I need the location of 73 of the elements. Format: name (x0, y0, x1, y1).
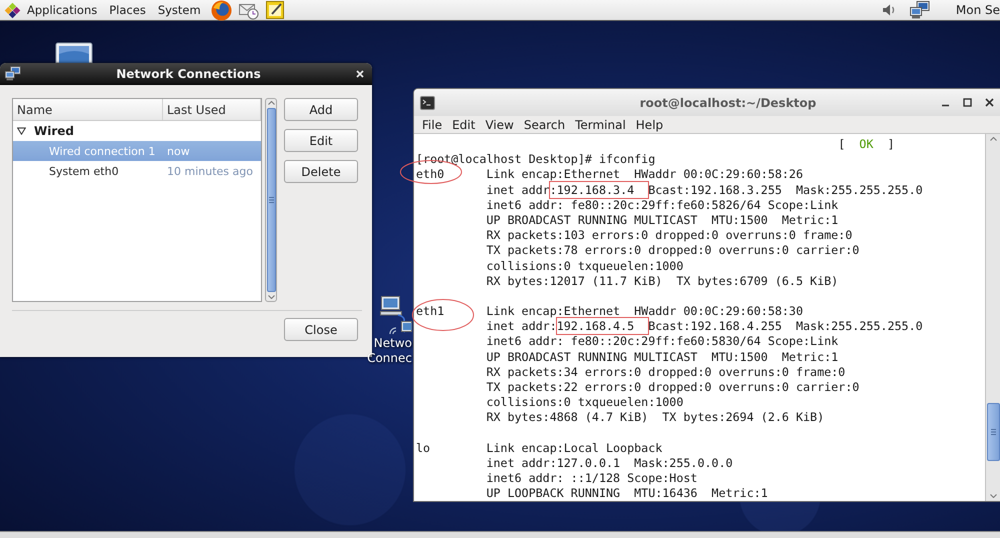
command-line: [root@localhost Desktop]# ifconfig (416, 152, 656, 166)
menu-item[interactable]: Help (636, 118, 664, 132)
scrollbar-thumb[interactable] (266, 108, 276, 292)
window-title: root@localhost:~/Desktop (638, 96, 818, 110)
scroll-up-icon[interactable] (268, 101, 274, 105)
scrollbar[interactable] (265, 98, 277, 302)
scrollbar-thumb[interactable] (986, 403, 1000, 461)
output-line: TX packets:78 errors:0 dropped:0 overruns:0 carrier:0 (486, 243, 860, 258)
icon-label: Connec (367, 351, 412, 366)
panel-menu[interactable]: Places (109, 3, 146, 17)
window-title: Network Connections (115, 66, 262, 80)
action-button[interactable]: Edit (284, 129, 358, 152)
last-used-time: now (166, 144, 191, 158)
scrollbar[interactable] (985, 134, 1000, 501)
output-line: inet6 addr: fe80::20c:29ff:fe60:5826/64 Scope:Link (486, 198, 838, 212)
maximize-icon[interactable] (963, 98, 972, 107)
output-line: RX packets:103 errors:0 dropped:0 overruns:0 frame:0 (486, 228, 852, 242)
menu-item[interactable]: View (485, 118, 514, 132)
output-line: inet6 addr: fe80::20c:29ff:fe60:5830/64 Scope:Link (486, 334, 838, 348)
group-label: Wired (34, 124, 74, 138)
close-button[interactable]: Close (284, 318, 358, 341)
output-line: Link encap:Ethernet HWaddr 00:0C:29:60:58:30 (486, 304, 804, 318)
network-computers-icon[interactable] (380, 296, 412, 336)
output-line: UP BROADCAST RUNNING MULTICAST MTU:1500 Metric:1 (486, 212, 838, 227)
last-used-time: 10 minutes ago (166, 164, 254, 178)
output-line: inet addr:192.168.4.5 Bcast:192.168.4.255 Mask:255.255.255.0 (486, 318, 923, 334)
panel-menu[interactable]: Applications (27, 3, 98, 17)
scroll-down-icon[interactable] (268, 295, 274, 299)
output-line: collisions:0 txqueuelen:1000 (486, 258, 684, 272)
grip-icon (990, 429, 996, 435)
output-line: UP BROADCAST RUNNING MULTICAST MTU:1500 Metric:1 (486, 350, 838, 364)
grip-icon (268, 197, 274, 203)
column-header[interactable]: Name (13, 99, 163, 120)
computers-icon (5, 66, 21, 81)
action-button[interactable]: Add (284, 98, 358, 121)
clock[interactable]: Mon Se (956, 3, 1000, 17)
output-line: inet addr:192.168.3.4 Bcast:192.168.3.255 Mask:255.255.255.0 (486, 182, 923, 198)
output-line: Link encap:Ethernet HWaddr 00:0C:29:60:58:26 (486, 167, 804, 182)
action-button[interactable]: Delete (284, 160, 358, 183)
menu-item[interactable]: Search (524, 118, 566, 132)
connection-name: System eth0 (48, 164, 120, 178)
output-line: TX packets:22 errors:0 dropped:0 overruns:0 carrier:0 (486, 380, 860, 394)
globe-icon[interactable] (210, 0, 232, 20)
output-line: RX packets:34 errors:0 dropped:0 overruns:0 frame:0 (486, 364, 846, 379)
computers-icon[interactable] (910, 1, 930, 19)
column-header[interactable]: Last Used (163, 99, 261, 120)
interface-name: eth1 (416, 304, 444, 320)
output-line: RX bytes:12017 (11.7 KiB) TX bytes:6709 (6.5 KiB) (486, 274, 838, 288)
status-text: [ OK ] (838, 137, 894, 151)
terminal-icon (420, 96, 435, 110)
interface-name: lo (416, 440, 430, 456)
menu-item[interactable]: Terminal (575, 118, 626, 132)
icon-label: Netwo (374, 336, 412, 351)
expander-icon[interactable] (17, 127, 26, 135)
monitor-icon[interactable] (55, 42, 93, 63)
close-icon[interactable] (985, 98, 994, 107)
menu-item[interactable]: Edit (452, 118, 476, 132)
output-line: inet addr:127.0.0.1 Mask:255.0.0.0 (486, 456, 733, 470)
connection-name: Wired connection 1 (48, 144, 156, 158)
output-line: RX bytes:4868 (4.7 KiB) TX bytes:2694 (2.6 KiB) (486, 410, 824, 424)
output-line: Link encap:Local Loopback (486, 440, 662, 455)
panel-menu[interactable]: System (158, 3, 201, 17)
scroll-down-icon[interactable] (990, 494, 996, 498)
list-row[interactable]: System eth0 10 minutes ago (13, 161, 261, 181)
output-line: UP LOOPBACK RUNNING MTU:16436 Metric:1 (486, 486, 768, 500)
scroll-up-icon[interactable] (990, 137, 996, 141)
annotation-ellipse (412, 299, 474, 331)
menu-item[interactable]: File (422, 118, 442, 132)
notepad-pencil-icon[interactable] (266, 1, 285, 19)
output-line: collisions:0 txqueuelen:1000 (486, 395, 684, 410)
pinwheel-icon[interactable] (4, 2, 21, 18)
output-line: inet6 addr: ::1/128 Scope:Host (486, 471, 698, 486)
interface-name: eth0 (416, 167, 444, 183)
